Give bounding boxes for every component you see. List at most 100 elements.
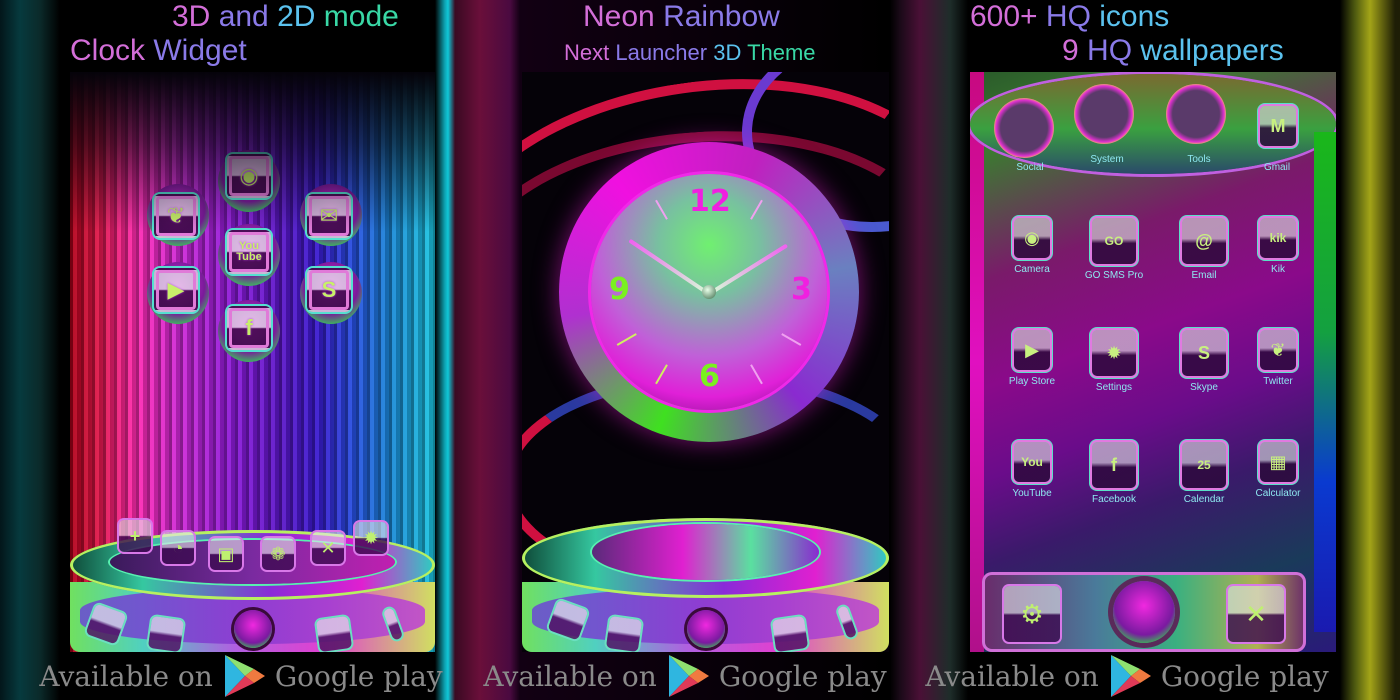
home-button[interactable]: [1113, 581, 1175, 643]
facebook-icon[interactable]: f: [227, 306, 271, 350]
youtube-text: Tube: [236, 251, 262, 263]
google-play-text: Google play: [1160, 659, 1329, 693]
clock-numeral-12: 12: [689, 184, 731, 219]
google-play-badge[interactable]: Available on Google play: [16, 652, 466, 700]
play-store-icon[interactable]: ▶: [1014, 330, 1050, 370]
available-on-text: Available on: [39, 659, 213, 693]
heading-word: HQ: [1045, 0, 1100, 33]
heading-word: Rainbow: [663, 0, 780, 33]
folder-label: System: [1090, 154, 1124, 165]
google-play-icon: [224, 655, 265, 697]
heading-neon-rainbow: Neon Rainbow: [583, 0, 780, 34]
clock-numeral-9: 9: [609, 272, 630, 307]
icon-orb: [218, 150, 280, 212]
clock-numeral-6: 6: [699, 359, 720, 394]
heading-word: Theme: [747, 40, 816, 65]
heading-word: icons: [1099, 0, 1170, 33]
heading-word: 2D: [277, 0, 324, 33]
app-label: Skype: [1190, 382, 1218, 393]
available-on-text: Available on: [483, 659, 657, 693]
app-label: GO SMS Pro: [1084, 270, 1144, 281]
folder-label: Tools: [1187, 154, 1211, 165]
heading-word: wallpapers: [1140, 34, 1284, 67]
contacts-icon[interactable]: [147, 615, 185, 652]
twitter-icon[interactable]: ❦: [154, 194, 198, 238]
app-label: Calculator: [1255, 488, 1301, 499]
calculator-icon[interactable]: ▦: [1260, 442, 1296, 482]
analog-clock-widget[interactable]: 12 3 6 9: [559, 142, 859, 442]
clock-tick: [781, 333, 802, 346]
clock-minute-hand: [707, 243, 789, 296]
heading-word: 600+: [970, 0, 1046, 33]
google-play-text: Google play: [274, 659, 443, 693]
settings-icon[interactable]: ✹: [1092, 330, 1136, 376]
heading-word: and: [218, 0, 278, 33]
heading-600-hq-icons: 600+ HQ icons: [970, 0, 1169, 34]
palette-icon[interactable]: ❁: [262, 538, 294, 570]
google-play-badge[interactable]: Available on Google play: [902, 652, 1352, 700]
camera-icon[interactable]: ◉: [227, 154, 271, 198]
heading-word: 9: [1062, 34, 1088, 67]
available-on-text: Available on: [925, 659, 1099, 693]
platform-inner: [110, 540, 395, 584]
heading-word: 3D: [172, 0, 219, 33]
app-label: Facebook: [1092, 494, 1136, 505]
settings-gear-icon[interactable]: ✹: [355, 522, 387, 554]
camera-icon[interactable]: ◉: [1014, 218, 1050, 258]
heading-word: Widget: [153, 34, 247, 67]
speedometer-icon[interactable]: ◔: [162, 532, 194, 564]
add-icon[interactable]: +: [119, 520, 151, 552]
tools-icon[interactable]: ✕: [1228, 586, 1284, 642]
platform-inner: [592, 524, 819, 580]
heading-clock-widget: Clock Widget: [70, 34, 247, 68]
wallpaper-icon[interactable]: ▣: [210, 538, 242, 570]
kik-icon[interactable]: kik: [1260, 218, 1296, 258]
home-button[interactable]: [233, 610, 272, 648]
google-play-icon: [1110, 655, 1151, 697]
google-play-icon: [668, 655, 709, 697]
clock-tick: [750, 199, 763, 220]
heading-word: Clock: [70, 34, 154, 67]
google-play-badge[interactable]: Available on Google play: [460, 652, 910, 700]
skype-icon[interactable]: S: [307, 268, 351, 312]
home-button[interactable]: [686, 610, 725, 648]
heading-word: Launcher: [615, 40, 714, 65]
clock-hub: [702, 285, 716, 299]
tools-icon[interactable]: ✕: [312, 532, 344, 564]
clock-tick: [655, 199, 668, 220]
dock-bar: ⚙ ✕: [982, 572, 1306, 652]
youtube-icon[interactable]: You: [1014, 442, 1050, 482]
dock-platform: + ◔ ▣ ❁ ✕ ✹: [70, 512, 435, 652]
email-icon[interactable]: @: [1182, 218, 1226, 264]
heading-word: mode: [323, 0, 399, 33]
gmail-icon[interactable]: ✉: [307, 194, 351, 238]
gmail-icon[interactable]: M: [1260, 106, 1296, 146]
clock-face: 12 3 6 9: [591, 174, 827, 410]
messaging-icon[interactable]: [315, 615, 353, 652]
folder-system[interactable]: [1074, 84, 1134, 144]
app-label: Email: [1191, 270, 1217, 281]
messaging-icon[interactable]: [771, 615, 809, 652]
contacts-icon[interactable]: [605, 615, 643, 652]
calendar-icon[interactable]: 25: [1182, 442, 1226, 488]
folder-tools[interactable]: [1166, 84, 1226, 144]
play-store-icon[interactable]: ▶: [154, 268, 198, 312]
clock-tick: [750, 364, 763, 385]
clock-tick: [655, 364, 668, 385]
go-sms-pro-icon[interactable]: GO: [1092, 218, 1136, 264]
app-label: Camera: [1014, 264, 1050, 275]
folder-social[interactable]: [994, 98, 1054, 158]
screenshot-panel-clock-widget: 12 3 6 9: [522, 72, 889, 652]
skype-icon[interactable]: S: [1182, 330, 1226, 376]
twitter-icon[interactable]: ❦: [1260, 330, 1296, 370]
android-settings-icon[interactable]: ⚙: [1004, 586, 1060, 642]
youtube-icon[interactable]: You Tube: [227, 230, 271, 274]
app-label: Kik: [1271, 264, 1285, 275]
heading-word: HQ: [1087, 34, 1141, 67]
heading-next-launcher-theme: Next Launcher 3D Theme: [564, 40, 816, 66]
app-label: Gmail: [1263, 162, 1291, 173]
app-label: Settings: [1095, 382, 1133, 393]
heading-word: Neon: [583, 0, 664, 33]
heading-word: 3D: [713, 40, 748, 65]
facebook-icon[interactable]: f: [1092, 442, 1136, 488]
